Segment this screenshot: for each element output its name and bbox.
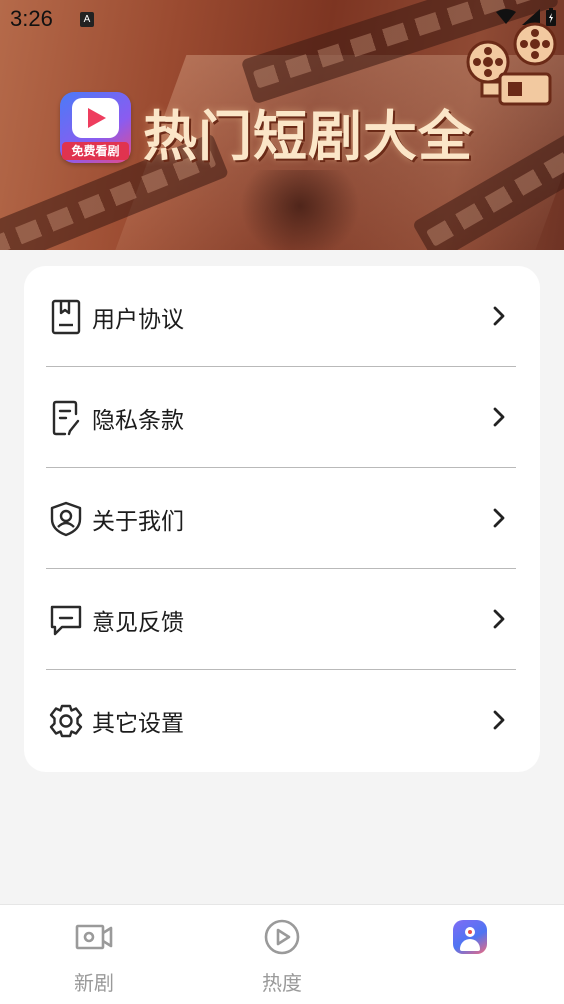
chevron-right-icon <box>493 710 505 730</box>
chevron-right-icon <box>493 609 505 629</box>
status-time: 3:26 <box>10 6 53 31</box>
menu-item-about-us[interactable]: 关于我们 <box>46 468 518 569</box>
menu-item-label: 隐私条款 <box>92 407 184 434</box>
gear-icon <box>48 703 84 739</box>
banner-title: 热门短剧大全 <box>143 104 473 168</box>
menu-item-feedback[interactable]: 意见反馈 <box>46 569 518 670</box>
logo-badge: 免费看剧 <box>62 142 129 160</box>
nav-tab-popularity[interactable]: 热度 <box>188 905 376 1004</box>
nav-label: 热度 <box>262 971 302 995</box>
message-icon <box>48 602 84 638</box>
play-circle-icon <box>262 917 302 957</box>
nav-tab-new-drama[interactable]: 新剧 <box>0 905 188 1004</box>
document-icon <box>48 299 84 335</box>
nav-tab-profile[interactable] <box>376 905 564 1004</box>
header-banner: 3:26 A 免费看剧 热门短剧大全 <box>0 0 564 250</box>
menu-item-label: 关于我们 <box>92 508 184 535</box>
notification-icon: A <box>80 12 94 27</box>
chevron-right-icon <box>493 306 505 326</box>
profile-icon <box>450 917 490 957</box>
menu-item-label: 意见反馈 <box>92 609 184 636</box>
nav-label: 新剧 <box>74 971 114 995</box>
audience-silhouette <box>240 170 360 250</box>
menu-item-label: 用户协议 <box>92 306 184 333</box>
menu-item-user-agreement[interactable]: 用户协议 <box>46 266 518 367</box>
play-icon <box>72 98 119 138</box>
menu-item-privacy-terms[interactable]: 隐私条款 <box>46 367 518 468</box>
video-camera-icon <box>74 917 114 957</box>
bottom-navigation: 新剧 热度 <box>0 904 564 1004</box>
shield-user-icon <box>48 501 84 537</box>
settings-menu-card: 用户协议 隐私条款 关于我们 意见反馈 其它设置 <box>24 266 540 772</box>
chevron-right-icon <box>493 508 505 528</box>
privacy-doc-icon <box>48 400 84 436</box>
menu-item-other-settings[interactable]: 其它设置 <box>46 670 518 771</box>
menu-item-label: 其它设置 <box>92 710 184 737</box>
film-projector-icon <box>466 22 557 106</box>
chevron-right-icon <box>493 407 505 427</box>
app-logo: 免费看剧 <box>60 92 131 163</box>
